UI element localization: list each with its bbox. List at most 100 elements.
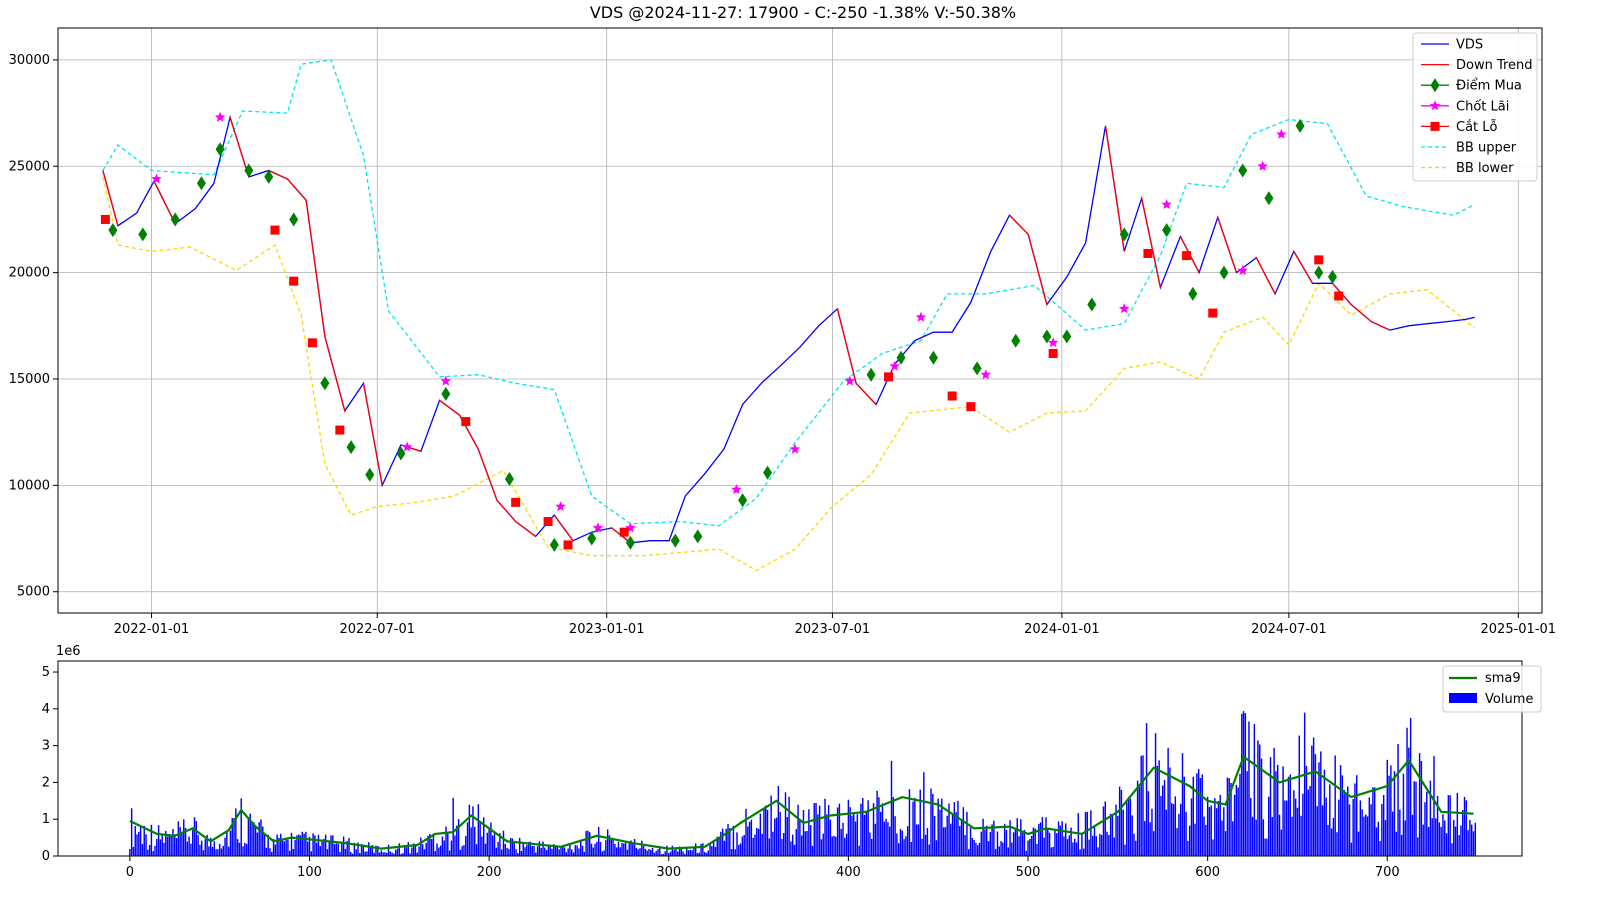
buy-marker bbox=[1062, 329, 1072, 344]
stop-loss-marker bbox=[1048, 348, 1058, 358]
volume-bar bbox=[1391, 811, 1394, 856]
volume-bar bbox=[294, 840, 296, 856]
volume-bar bbox=[759, 813, 762, 856]
buy-marker bbox=[1327, 269, 1337, 284]
stop-loss-marker bbox=[1314, 255, 1324, 265]
buy-marker bbox=[1087, 297, 1097, 312]
volume-bar bbox=[342, 836, 345, 856]
volume-bar bbox=[1334, 755, 1336, 856]
volume-bar bbox=[1091, 835, 1094, 856]
volume-bar bbox=[193, 817, 196, 856]
volume-bar bbox=[772, 831, 774, 856]
volume-bar bbox=[835, 836, 837, 856]
volume-bar bbox=[150, 824, 153, 856]
volume-bar bbox=[732, 825, 735, 856]
volume-bar bbox=[1140, 755, 1142, 856]
volume-bar bbox=[757, 828, 760, 856]
volume-bar bbox=[258, 822, 260, 856]
volume-bar bbox=[1178, 813, 1180, 856]
volume-bar bbox=[1318, 762, 1320, 856]
volume-bar bbox=[944, 827, 947, 856]
volume-bar bbox=[281, 839, 284, 856]
volume-bar bbox=[1163, 780, 1166, 856]
volume-bar bbox=[1097, 847, 1099, 856]
volume-bar bbox=[1287, 776, 1290, 856]
volume-bar bbox=[626, 849, 629, 856]
volume-bar bbox=[1445, 833, 1448, 856]
buy-marker bbox=[866, 367, 876, 382]
volume-bar bbox=[202, 850, 205, 856]
volume-legend: sma9 Volume bbox=[1442, 665, 1542, 713]
volume-bar bbox=[287, 839, 289, 856]
volume-bar bbox=[853, 813, 855, 856]
volume-bar bbox=[1278, 814, 1281, 856]
volume-bar bbox=[1348, 804, 1351, 856]
x-tick-label: 700 bbox=[1375, 865, 1400, 880]
volume-bar bbox=[312, 833, 314, 856]
volume-bar bbox=[554, 846, 557, 856]
volume-bar bbox=[1472, 831, 1475, 856]
x-tick-label: 2023-01-01 bbox=[569, 622, 645, 637]
volume-bar bbox=[815, 803, 817, 856]
volume-bar bbox=[987, 841, 990, 856]
volume-bar bbox=[1000, 841, 1002, 856]
buy-marker bbox=[1238, 163, 1248, 178]
volume-bar bbox=[671, 845, 674, 856]
volume-bar bbox=[917, 824, 920, 856]
volume-bar bbox=[502, 830, 505, 856]
volume-bar bbox=[960, 819, 963, 856]
volume-bar bbox=[703, 852, 706, 856]
volume-bar bbox=[996, 831, 999, 856]
volume-bar bbox=[615, 847, 618, 856]
volume-bar bbox=[664, 851, 666, 856]
volume-bar bbox=[425, 842, 427, 856]
downtrend-segment bbox=[153, 180, 176, 224]
x-tick-label: 0 bbox=[126, 865, 134, 880]
volume-bar bbox=[544, 847, 546, 856]
volume-bar bbox=[973, 839, 975, 856]
buy-marker bbox=[196, 176, 206, 191]
volume-bar bbox=[1294, 798, 1297, 856]
volume-bar bbox=[885, 818, 887, 856]
volume-bar bbox=[130, 808, 133, 856]
y-tick-label: 25000 bbox=[9, 159, 50, 174]
volume-bar bbox=[1169, 767, 1171, 856]
volume-bar bbox=[558, 849, 560, 856]
volume-bar bbox=[723, 840, 726, 856]
volume-bar bbox=[166, 836, 169, 856]
volume-bar bbox=[847, 799, 850, 856]
volume-bar bbox=[513, 842, 515, 856]
volume-bar bbox=[1451, 843, 1453, 856]
volume-bar bbox=[475, 844, 478, 856]
volume-bar bbox=[858, 845, 860, 856]
volume-bar bbox=[238, 842, 241, 856]
y-tick-label: 0 bbox=[42, 849, 50, 864]
volume-bar bbox=[369, 847, 372, 856]
volume-bar bbox=[474, 826, 476, 856]
volume-bar bbox=[939, 809, 941, 856]
volume-bar bbox=[156, 838, 158, 856]
volume-bar bbox=[840, 828, 842, 856]
volume-bar bbox=[648, 848, 650, 856]
volume-bar bbox=[411, 847, 413, 856]
volume-bar bbox=[486, 832, 489, 856]
volume-bar bbox=[1300, 815, 1302, 856]
take-profit-marker bbox=[980, 369, 991, 380]
buy-marker bbox=[1188, 286, 1198, 301]
volume-bar bbox=[315, 842, 318, 856]
volume-bar bbox=[197, 834, 199, 856]
volume-bar bbox=[1039, 822, 1042, 856]
volume-bar bbox=[1095, 836, 1097, 856]
volume-bar bbox=[959, 826, 961, 856]
volume-bar bbox=[1215, 808, 1218, 856]
volume-bar bbox=[693, 847, 695, 856]
volume-bar bbox=[1206, 796, 1209, 856]
volume-bar bbox=[806, 831, 808, 856]
volume-bar bbox=[628, 843, 630, 856]
x-tick-label: 2024-07-01 bbox=[1251, 622, 1327, 637]
stop-loss-marker bbox=[543, 517, 553, 527]
volume-offset-label: 1e6 bbox=[56, 644, 81, 659]
volume-bar bbox=[1194, 823, 1196, 856]
volume-bar bbox=[545, 850, 548, 856]
volume-bar bbox=[306, 841, 309, 856]
